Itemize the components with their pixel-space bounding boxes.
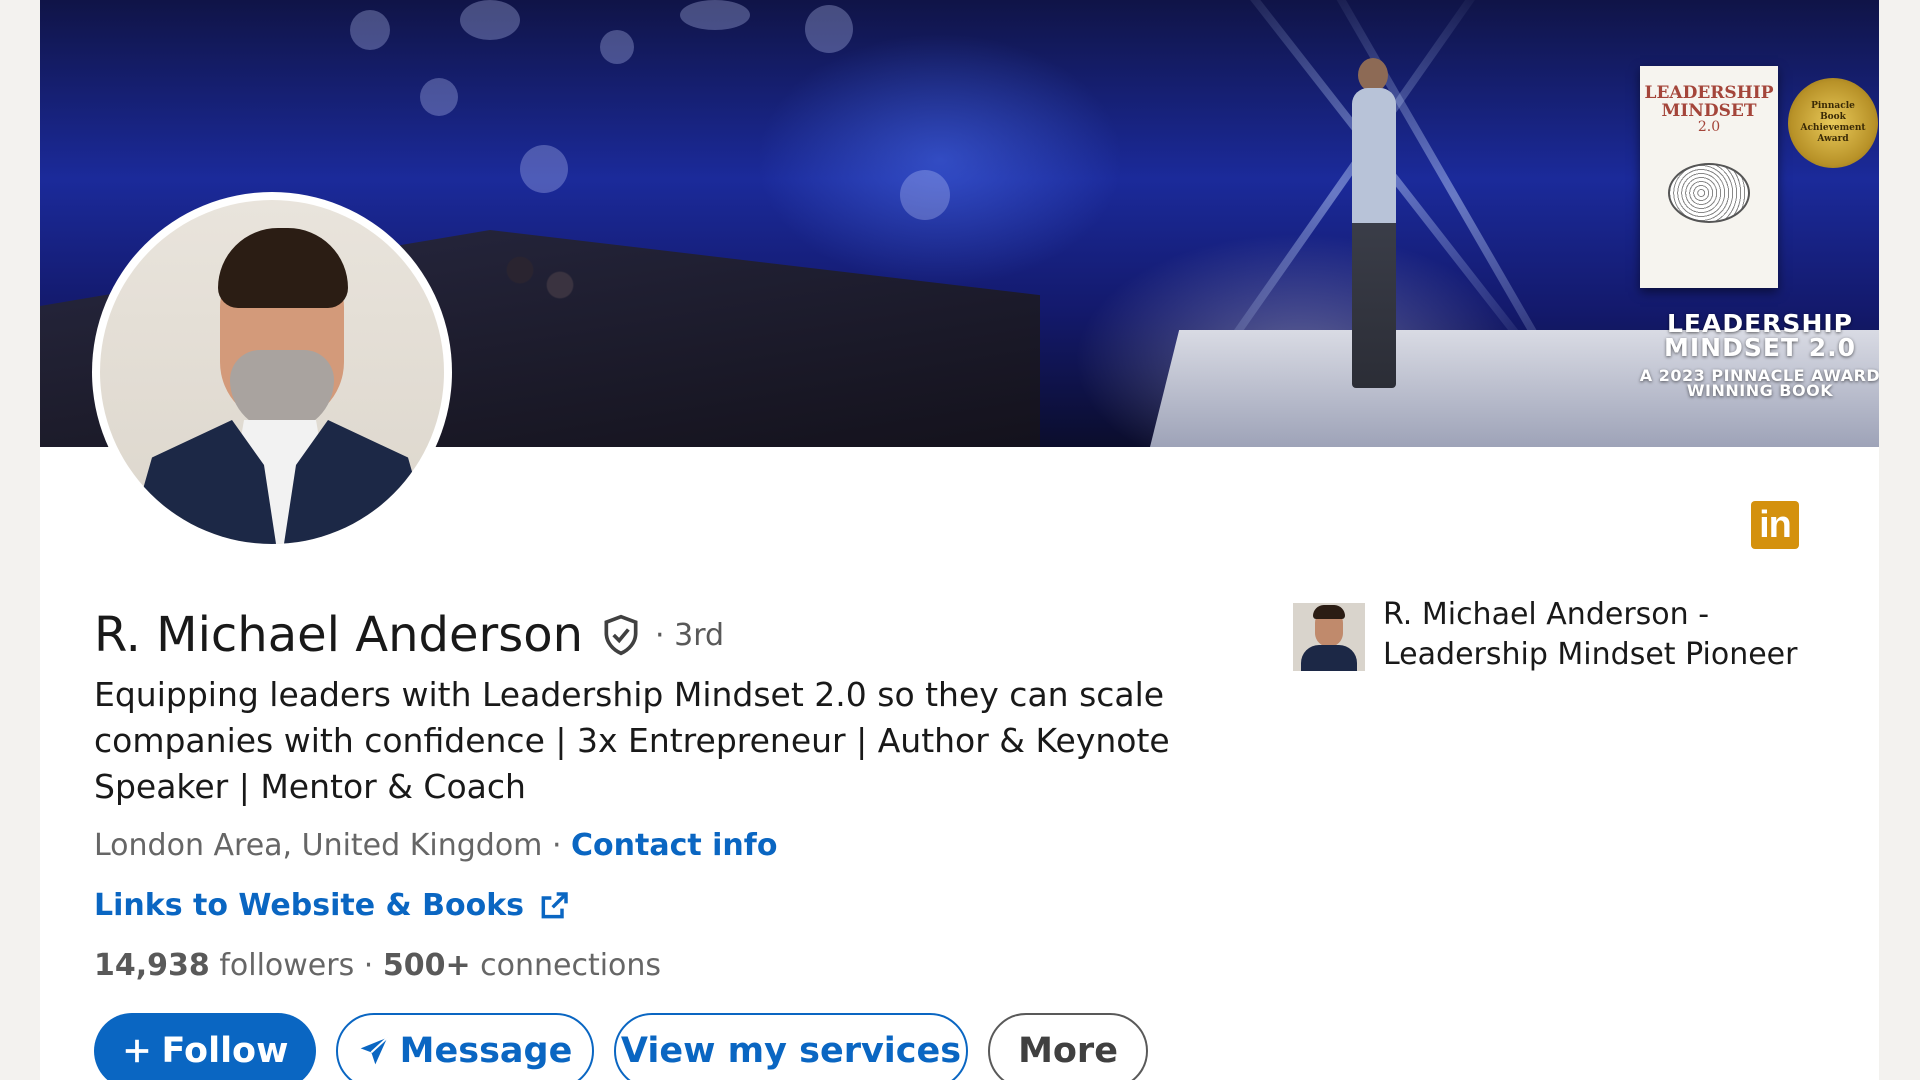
connections-label[interactable]: connections (471, 948, 661, 983)
followers-count: 14,938 (94, 948, 210, 983)
paper-plane-icon (360, 1036, 388, 1065)
message-button[interactable]: Message (336, 1013, 594, 1080)
banner-caption-line: WINNING BOOK (1686, 381, 1834, 400)
award-seal-text: Pinnacle Book Achievement Award (1800, 101, 1866, 144)
avatar-hair (218, 228, 348, 308)
connections-count[interactable]: 500+ (383, 948, 471, 983)
website-link-label: Links to Website & Books (94, 888, 525, 923)
book-title: LEADERSHIP MINDSET (1640, 84, 1778, 120)
linkedin-logo-icon: in (1751, 501, 1799, 549)
website-link[interactable]: Links to Website & Books (94, 886, 570, 926)
profile-headline: Equipping leaders with Leadership Mindse… (94, 675, 1170, 806)
brain-illustration (1668, 163, 1750, 223)
avatar-photo (100, 200, 444, 544)
shield-check-icon[interactable] (599, 613, 643, 657)
speaker-figure (1352, 88, 1396, 388)
view-services-button[interactable]: View my services (614, 1013, 968, 1080)
bokeh-light (680, 0, 750, 30)
contact-info-link[interactable]: Contact info (571, 828, 777, 863)
company-logo-suit (1301, 645, 1357, 671)
bokeh-light (420, 78, 458, 116)
location-row: London Area, United Kingdom · Contact in… (94, 826, 777, 866)
award-seal: Pinnacle Book Achievement Award (1788, 78, 1878, 168)
separator: · (354, 948, 383, 983)
banner-caption-line: MINDSET 2.0 (1664, 333, 1856, 362)
separator: · (542, 828, 572, 863)
profile-name: R. Michael Anderson (94, 607, 584, 663)
company-logo (1293, 603, 1365, 671)
profile-stats: 14,938 followers · 500+ connections (94, 946, 661, 986)
external-link-icon (541, 892, 568, 919)
avatar-beard (230, 350, 334, 432)
bokeh-light (805, 5, 853, 53)
bokeh-light (520, 145, 568, 193)
profile-location: London Area, United Kingdom (94, 828, 543, 863)
current-company[interactable]: R. Michael Anderson - Leadership Mindset… (1293, 597, 1803, 675)
more-button-label: More (1018, 1031, 1118, 1071)
banner-caption: LEADERSHIP MINDSET 2.0 A 2023 PINNACLE A… (1620, 311, 1879, 400)
book-title-line: LEADERSHIP (1644, 83, 1774, 103)
book-cover: LEADERSHIP MINDSET 2.0 (1640, 66, 1778, 288)
bokeh-light (460, 0, 520, 40)
company-name: R. Michael Anderson - Leadership Mindset… (1383, 597, 1798, 672)
profile-name-row: R. Michael Anderson · 3rd (94, 605, 724, 665)
profile-card: LEADERSHIP MINDSET 2.0 Pinnacle Book Ach… (40, 0, 1879, 1080)
profile-avatar[interactable] (92, 192, 452, 552)
plus-icon (125, 1039, 148, 1063)
view-services-button-label: View my services (620, 1031, 962, 1071)
company-logo-hair (1313, 605, 1345, 619)
follow-button-label: Follow (161, 1031, 289, 1071)
bokeh-light (350, 10, 390, 50)
speaker-figure (1358, 58, 1388, 92)
book-version: 2.0 (1697, 119, 1721, 135)
book-title-line: MINDSET (1661, 101, 1757, 121)
message-button-label: Message (399, 1031, 573, 1071)
bokeh-light (900, 170, 950, 220)
connection-degree: · 3rd (655, 617, 725, 653)
bokeh-light (600, 30, 634, 64)
followers-label: followers (209, 948, 355, 983)
more-button[interactable]: More (988, 1013, 1148, 1080)
follow-button[interactable]: Follow (94, 1013, 316, 1080)
